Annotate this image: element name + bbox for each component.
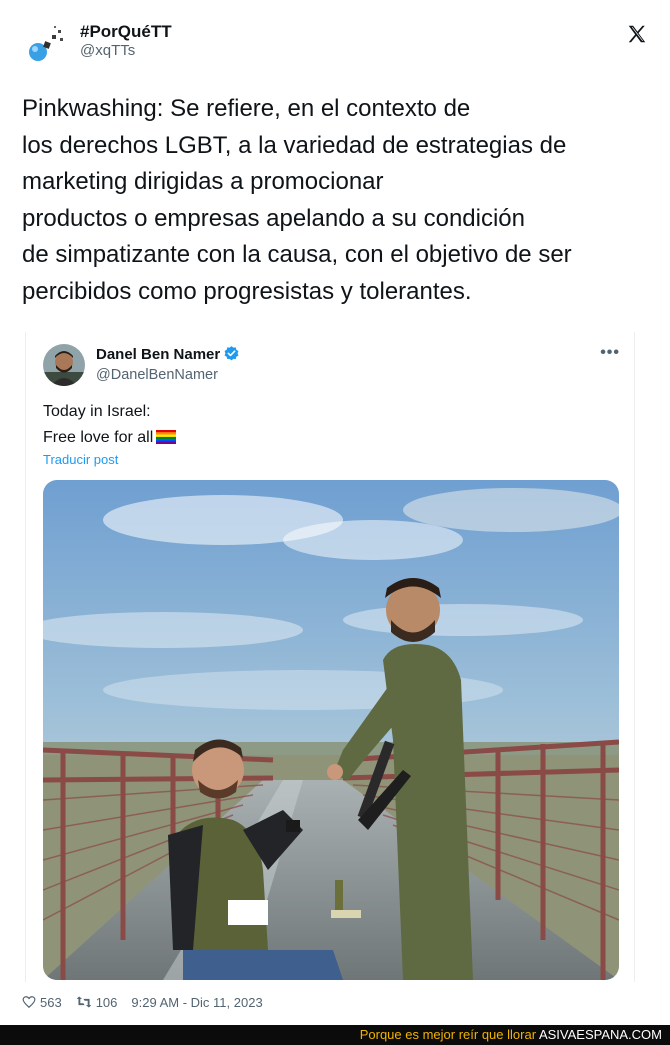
tweet-photo[interactable]	[43, 480, 619, 980]
rainbow-flag-icon	[156, 427, 177, 444]
quoted-name-text: Danel Ben Namer	[96, 346, 221, 363]
quoted-handle[interactable]: @DanelBenNamer	[96, 367, 218, 383]
quoted-text-line-text: Free love for all	[43, 429, 154, 446]
tweet-text-line: los derechos LGBT, a la variedad de estr…	[22, 131, 567, 159]
quoted-tweet[interactable]: Danel Ben Namer @DanelBenNamer ••• Today…	[25, 332, 635, 982]
tweet-text: Pinkwashing: Se refiere, en el contexto …	[22, 91, 652, 310]
quoted-text-line-2: Free love for all	[43, 425, 177, 451]
tweet-header: #PorQuéTT @xqTTs	[24, 20, 654, 70]
retweet-icon	[76, 996, 92, 1008]
tweet-text-line: percibidos como progresistas y tolerante…	[22, 277, 472, 305]
retweet-count: 106	[95, 994, 118, 1010]
quoted-name[interactable]: Danel Ben Namer	[96, 345, 240, 363]
tweet-text-line: Pinkwashing: Se refiere, en el contexto …	[22, 95, 471, 122]
account-name[interactable]: #PorQuéTT	[80, 22, 172, 42]
like-count: 563	[40, 994, 62, 1010]
watermark-site: ASIVAESPANA.COM	[538, 1027, 662, 1042]
watermark-tagline: Porque es mejor reír que llorar	[359, 1027, 537, 1042]
tweet-text-line: de simpatizante con la causa, con el obj…	[22, 241, 572, 268]
heart-icon	[22, 996, 36, 1009]
account-handle[interactable]: @xqTTs	[80, 42, 135, 59]
x-logo-icon[interactable]	[626, 23, 648, 45]
retweet-button[interactable]: 106	[76, 994, 118, 1010]
quoted-text: Today in Israel: Free love for all	[43, 399, 177, 451]
watermark-bar: Porque es mejor reír que llorar ASIVAESP…	[0, 1025, 670, 1045]
timestamp[interactable]: 9:29 AM - Dic 11, 2023	[131, 995, 262, 1010]
quoted-avatar[interactable]	[43, 344, 85, 386]
tweet-text-line: productos o empresas apelando a su condi…	[22, 204, 525, 232]
tweet-stats: 563 106 9:29 AM - Dic 11, 2023	[22, 992, 277, 1012]
watermark-text: Porque es mejor reír que llorar ASIVAESP…	[360, 1027, 662, 1042]
tweet-text-line: marketing dirigidas a promocionar	[22, 168, 384, 195]
like-button[interactable]: 563	[22, 995, 62, 1010]
more-options-icon[interactable]: •••	[600, 344, 620, 362]
translate-link[interactable]: Traducir post	[43, 452, 118, 467]
account-avatar[interactable]	[24, 22, 70, 68]
quoted-text-line: Today in Israel:	[43, 403, 151, 420]
verified-badge-icon	[223, 345, 240, 362]
